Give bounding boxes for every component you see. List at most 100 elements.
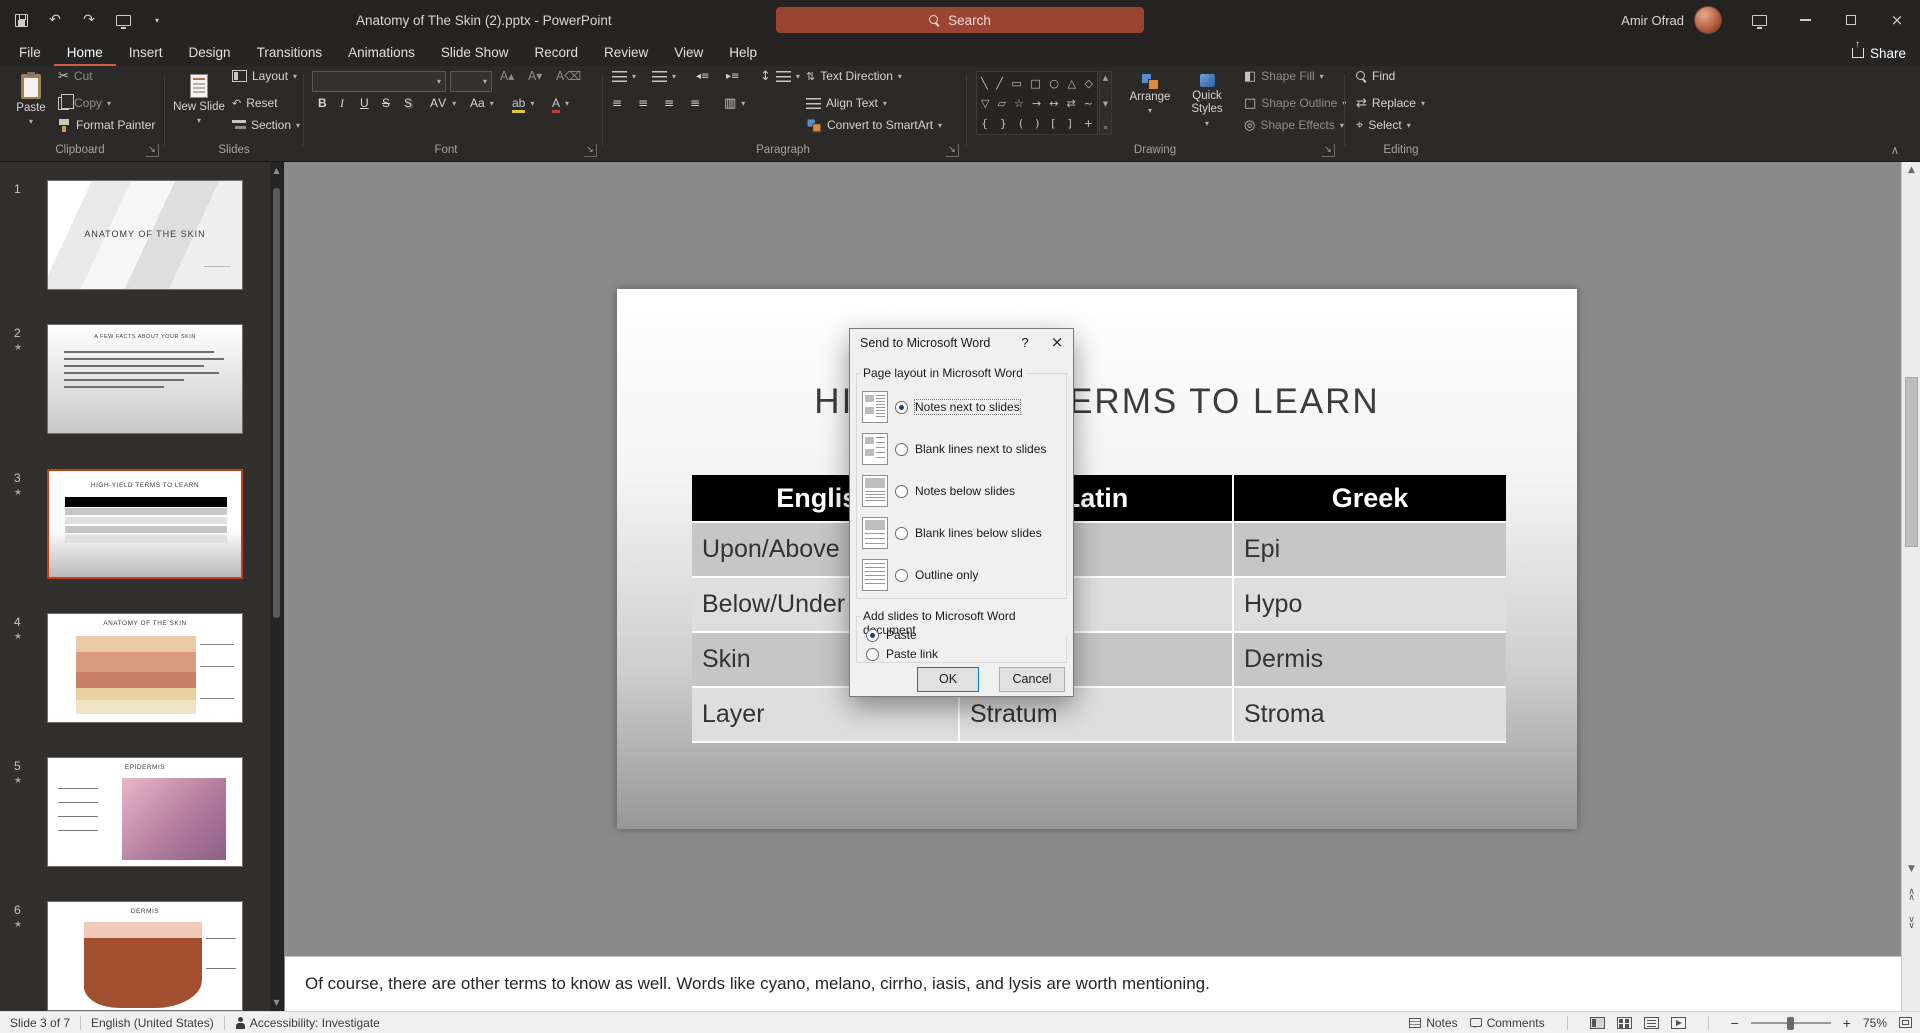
convert-to-smartart-button[interactable]: Convert to SmartArt ▾ xyxy=(806,115,942,135)
layout-button[interactable]: Layout ▾ xyxy=(232,66,297,86)
italic-button[interactable]: I xyxy=(340,93,344,113)
tab-file[interactable]: File xyxy=(6,40,54,66)
text-direction-button[interactable]: ⇅ Text Direction ▾ xyxy=(806,66,902,86)
tab-slide-show[interactable]: Slide Show xyxy=(428,40,522,66)
cancel-button[interactable]: Cancel xyxy=(999,667,1065,692)
start-slideshow-button[interactable] xyxy=(114,11,132,29)
align-left-button[interactable]: ≡ xyxy=(612,93,622,113)
radio-notes-next-to-slides[interactable]: Notes next to slides xyxy=(862,389,1069,425)
slide-thumbnail-5[interactable]: EPIDERMIS xyxy=(47,757,243,867)
undo-button[interactable]: ↶ xyxy=(46,11,64,29)
strikethrough-button[interactable]: S xyxy=(382,93,390,113)
quick-styles-button[interactable]: Quick Styles ▾ xyxy=(1180,70,1234,136)
dialog-titlebar[interactable]: Send to Microsoft Word ? × xyxy=(850,329,1073,357)
slide-sorter-view-button[interactable] xyxy=(1617,1017,1632,1029)
tab-design[interactable]: Design xyxy=(176,40,244,66)
format-painter-button[interactable]: Format Painter xyxy=(58,115,155,135)
character-spacing-button[interactable]: AV ▾ xyxy=(430,93,457,113)
text-highlight-button[interactable]: ab ▾ xyxy=(512,93,534,113)
radio-notes-below-slides[interactable]: Notes below slides xyxy=(862,473,1069,509)
text-shadow-button[interactable]: S xyxy=(404,93,412,113)
collapse-ribbon-button[interactable]: ∧ xyxy=(1880,142,1910,158)
slide-thumbnail-2[interactable]: A FEW FACTS ABOUT YOUR SKIN xyxy=(47,324,243,434)
zoom-level[interactable]: 75% xyxy=(1863,1016,1887,1030)
drawing-dialog-launcher[interactable]: ↘ xyxy=(1322,144,1335,157)
tab-help[interactable]: Help xyxy=(716,40,770,66)
scrollbar-thumb[interactable] xyxy=(1905,377,1918,547)
ribbon-display-options-button[interactable] xyxy=(1736,0,1782,40)
tab-insert[interactable]: Insert xyxy=(116,40,176,66)
section-button[interactable]: Section ▾ xyxy=(232,115,300,135)
increase-indent-button[interactable]: ▸≡ xyxy=(726,66,739,86)
find-button[interactable]: Find xyxy=(1356,66,1395,86)
zoom-out-button[interactable]: − xyxy=(1731,1015,1739,1031)
account-name[interactable]: Amir Ofrad xyxy=(1621,13,1684,28)
tab-view[interactable]: View xyxy=(661,40,716,66)
tab-home[interactable]: Home xyxy=(54,40,116,66)
ok-button[interactable]: OK xyxy=(917,667,979,692)
slide-thumbnail-6[interactable]: DERMIS xyxy=(47,901,243,1011)
new-slide-button[interactable]: New Slide ▾ xyxy=(172,70,226,136)
slide-table[interactable]: English Latin Greek Upon/Above Super Epi… xyxy=(692,475,1506,743)
grow-font-button[interactable]: A▴ xyxy=(500,66,514,86)
slide-thumbnail-1[interactable]: ANATOMY OF THE SKIN xyxy=(47,180,243,290)
font-name-combobox[interactable]: ▾ xyxy=(312,71,446,92)
select-button[interactable]: ⌖ Select ▾ xyxy=(1356,115,1411,135)
table-cell[interactable]: Epi xyxy=(1234,523,1506,578)
share-button[interactable]: Share xyxy=(1852,40,1906,66)
bullets-button[interactable]: ▾ xyxy=(612,66,636,86)
tab-animations[interactable]: Animations xyxy=(335,40,428,66)
change-case-button[interactable]: Aa ▾ xyxy=(470,93,494,113)
shapes-gallery-scrollbar[interactable]: ▲ ▼ ≡ xyxy=(1099,71,1112,135)
thumbnail-panel-scrollbar[interactable]: ▲ ▼ xyxy=(270,162,283,1011)
close-button[interactable]: × xyxy=(1874,0,1920,40)
normal-view-button[interactable] xyxy=(1590,1017,1605,1029)
tab-review[interactable]: Review xyxy=(591,40,661,66)
language-indicator[interactable]: English (United States) xyxy=(91,1016,214,1030)
paragraph-dialog-launcher[interactable]: ↘ xyxy=(946,144,959,157)
clipboard-dialog-launcher[interactable]: ↘ xyxy=(146,144,159,157)
font-color-button[interactable]: A ▾ xyxy=(552,93,569,113)
shapes-gallery[interactable]: ╲╱▭□○△◇ ▽▱☆→↔⇄~ {}()[]+ xyxy=(976,71,1098,135)
align-center-button[interactable]: ≡ xyxy=(638,93,648,113)
scrollbar-thumb[interactable] xyxy=(273,188,280,618)
dialog-close-button[interactable]: × xyxy=(1041,329,1073,357)
numbering-button[interactable]: ▾ xyxy=(652,66,676,86)
main-vertical-scrollbar[interactable]: ▲ ▼ ∧∧ ∨∨ xyxy=(1901,162,1920,1011)
zoom-in-button[interactable]: + xyxy=(1843,1015,1851,1031)
next-slide-button[interactable]: ∨∨ xyxy=(1902,918,1920,929)
arrange-button[interactable]: Arrange ▾ xyxy=(1124,70,1176,136)
comments-button[interactable]: Comments xyxy=(1470,1016,1545,1030)
notes-toggle-button[interactable]: Notes xyxy=(1409,1016,1457,1030)
table-cell[interactable]: Dermis xyxy=(1234,633,1506,688)
align-text-button[interactable]: Align Text ▾ xyxy=(806,93,887,113)
font-dialog-launcher[interactable]: ↘ xyxy=(584,144,597,157)
fit-slide-to-window-button[interactable] xyxy=(1899,1017,1912,1028)
justify-button[interactable]: ≡ xyxy=(690,93,700,113)
scroll-up-icon[interactable]: ▲ xyxy=(1902,165,1920,175)
previous-slide-button[interactable]: ∧∧ xyxy=(1902,890,1920,901)
line-spacing-button[interactable]: ↕ ▾ xyxy=(760,66,800,86)
slide-thumbnail-3-selected[interactable]: HIGH-YIELD TERMS TO LEARN xyxy=(47,469,243,579)
radio-paste-link[interactable]: Paste link xyxy=(866,645,938,663)
zoom-slider[interactable] xyxy=(1751,1022,1831,1024)
search-box[interactable]: Search xyxy=(776,7,1144,33)
reading-view-button[interactable] xyxy=(1644,1017,1659,1029)
maximize-button[interactable] xyxy=(1828,0,1874,40)
clear-formatting-button[interactable]: A⌫ xyxy=(556,66,581,86)
scroll-up-icon[interactable]: ▲ xyxy=(270,166,283,175)
reset-button[interactable]: ↶ Reset xyxy=(232,93,278,113)
table-cell[interactable]: Stroma xyxy=(1234,688,1506,743)
accessibility-button[interactable]: Accessibility: Investigate xyxy=(235,1016,380,1030)
slide-canvas[interactable]: HIGH-YIELD TERMS TO LEARN English Latin … xyxy=(617,289,1577,829)
radio-outline-only[interactable]: Outline only xyxy=(862,557,1069,593)
slide-thumbnail-4[interactable]: ANATOMY OF THE SKIN xyxy=(47,613,243,723)
shrink-font-button[interactable]: A▾ xyxy=(528,66,542,86)
redo-button[interactable]: ↷ xyxy=(80,11,98,29)
copy-button[interactable]: Copy ▾ xyxy=(58,93,111,113)
paste-button[interactable]: Paste ▾ xyxy=(8,70,54,136)
cut-button[interactable]: ✂ Cut xyxy=(58,66,93,86)
radio-blank-lines-next-to-slides[interactable]: Blank lines next to slides xyxy=(862,431,1069,467)
radio-paste[interactable]: Paste xyxy=(866,626,917,644)
columns-button[interactable]: ▥ ▾ xyxy=(724,93,745,113)
